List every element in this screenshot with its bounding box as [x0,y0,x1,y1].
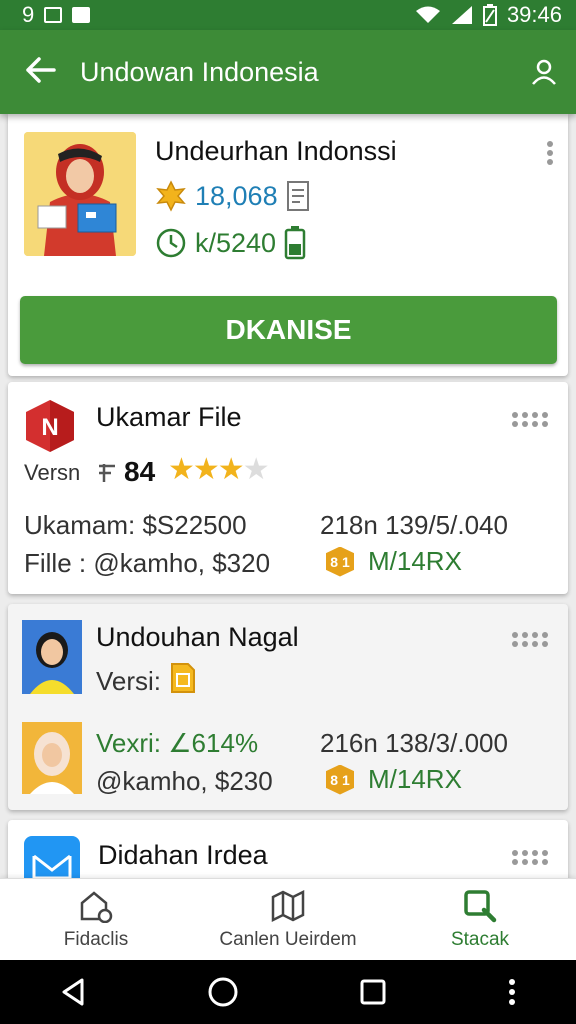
clock-icon [156,228,186,258]
item-title: Didahan Irdea [98,840,268,870]
more-vert-icon[interactable] [508,978,516,1006]
content-area: Undeurhan Indonssi 18,068 k/5240 DKANISE… [0,114,576,878]
bottom-navigation: Fidaclis Canlen Ueirdem Stacak [0,878,576,960]
recents-square-icon[interactable] [359,978,387,1006]
mail-app-icon [24,836,80,878]
user-icon [532,59,556,85]
home-settings-icon [80,890,113,923]
more-vert-icon[interactable] [546,140,554,166]
nav-item-canlen[interactable]: Canlen Ueirdem [192,879,384,960]
status-left-text: 9 [22,2,35,27]
featured-downloads-value: 18,068 [195,180,278,211]
search-icon [464,889,497,922]
item-title: Undouhan Nagal [96,622,299,652]
nav-item-fidaclis[interactable]: Fidaclis [0,879,192,960]
item-line2: @kamho, $230 [96,766,273,796]
list-item[interactable]: Didahan Irdea [8,820,568,878]
item-badge-icon: 8 1 [326,546,354,577]
system-navigation [0,960,576,1024]
nav-label: Fidaclis [63,928,129,950]
map-icon [271,889,305,922]
app-bar: Undowan Indonesia [0,30,576,114]
app-title: Undowan Indonesia [80,56,319,87]
sim-card-icon [171,663,195,693]
app-logo-icon: N [26,400,74,452]
item-badge-icon: 8 1 [326,764,354,795]
featured-size: k/5240 [155,226,306,260]
gallery-notification-icon [72,7,91,23]
item-badge-text: M/14RX [368,764,462,794]
notification-icon [44,7,63,23]
wifi-icon [415,6,440,23]
item-version-label: Versi: [96,666,162,696]
avatar-hijab-icon [22,722,82,794]
item-rating-value: 84 [124,456,156,487]
more-dots-icon[interactable] [512,850,548,865]
list-item[interactable]: Undouhan Nagal Versi: Vexri: ∠614% @kamh… [8,604,568,810]
item-line1: Ukamam: $S22500 [24,510,247,540]
status-bar: 9 39:46 [0,0,576,30]
home-circle-icon[interactable] [207,976,239,1008]
arrow-left-icon [26,57,56,83]
more-dots-icon[interactable] [512,412,548,427]
profile-button[interactable] [512,59,576,85]
featured-size-value: k/5240 [195,227,277,258]
nav-label: Stacak [450,928,510,950]
item-stat: 216n 138/3/.000 [320,728,508,758]
rating-stars: ★★★★ [168,453,270,486]
back-triangle-icon[interactable] [60,977,86,1007]
avatar-girl-icon [22,620,82,694]
item-stat: 218n 139/5/.040 [320,510,508,540]
document-icon [286,181,309,211]
item-version-label: Versn [24,460,81,485]
battery-icon [482,4,497,26]
list-item[interactable]: N Ukamar File Versn 84 ★★★★ Ukamam: $S22… [8,382,568,594]
item-title: Ukamar File [96,402,242,432]
featured-illustration [24,132,136,256]
featured-card[interactable]: Undeurhan Indonssi 18,068 k/5240 DKANISE [8,114,568,376]
item-badge-row: 8 1 M/14RX [326,764,462,795]
status-time: 39:46 [506,2,562,27]
item-line2: Fille : @kamho, $320 [24,548,271,578]
featured-downloads: 18,068 [155,180,310,212]
back-button[interactable] [0,51,80,93]
signal-icon [451,6,472,24]
phone-battery-icon [284,226,306,260]
nav-item-stacak[interactable]: Stacak [384,879,576,960]
more-dots-icon[interactable] [512,632,548,647]
svg-text:N: N [41,414,58,441]
badge-star-icon [156,180,186,212]
nav-label: Canlen Ueirdem [219,928,357,950]
item-line1: Vexri: ∠614% [96,728,259,758]
item-badge-text: M/14RX [368,546,462,576]
featured-action-button[interactable]: DKANISE [20,296,557,364]
featured-title: Undeurhan Indonssi [155,136,397,166]
item-badge-row: 8 1 M/14RX [326,546,462,577]
flag-icon [99,464,115,482]
